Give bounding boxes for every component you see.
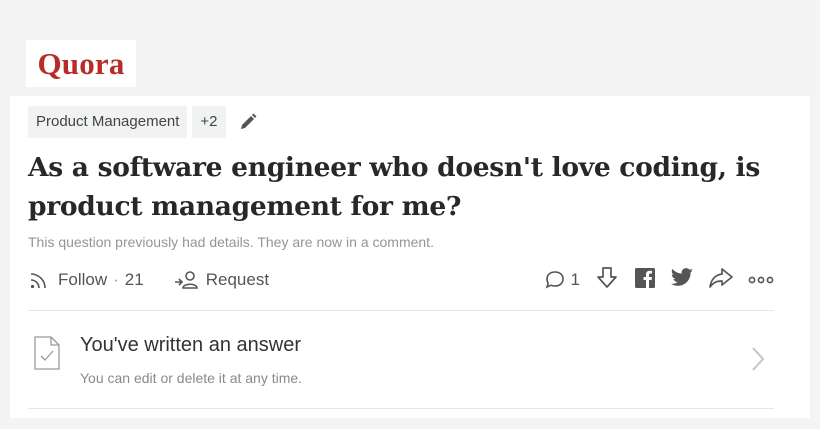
details-note: This question previously had details. Th… (28, 234, 434, 250)
share-icon[interactable] (708, 266, 734, 295)
quora-logo[interactable]: Quora (26, 40, 136, 87)
question-card: Product Management +2 As a software engi… (10, 96, 810, 418)
comment-icon (544, 269, 566, 291)
more-icon[interactable] (748, 270, 774, 290)
follow-rss-icon (28, 269, 50, 291)
right-actions: 1 (544, 265, 774, 296)
document-check-icon (34, 336, 60, 375)
twitter-icon[interactable] (670, 267, 694, 294)
request-person-icon (174, 269, 200, 291)
follow-count: 21 (124, 270, 144, 289)
topic-list: Product Management +2 (28, 106, 260, 138)
divider-bottom (28, 408, 774, 409)
topic-more-chip[interactable]: +2 (192, 106, 226, 138)
answer-notice[interactable]: You've written an answer You can edit or… (28, 321, 774, 401)
request-label: Request (205, 270, 270, 289)
request-button[interactable]: Request (174, 269, 269, 291)
action-bar: Follow · 21 Request 1 (28, 266, 774, 294)
divider-top (28, 310, 774, 311)
follow-button[interactable]: Follow · 21 (28, 269, 144, 291)
chevron-right-icon[interactable] (750, 345, 766, 378)
comment-button[interactable]: 1 (544, 269, 580, 291)
facebook-icon[interactable] (634, 267, 656, 294)
question-title[interactable]: As a software engineer who doesn't love … (28, 148, 768, 226)
follow-separator: · (113, 270, 119, 289)
downvote-icon[interactable] (594, 265, 620, 296)
comment-count: 1 (570, 270, 580, 289)
follow-label: Follow (58, 270, 108, 289)
topic-chip-product-management[interactable]: Product Management (28, 106, 188, 138)
answer-notice-title: You've written an answer (80, 334, 301, 356)
answer-notice-subtitle: You can edit or delete it at any time. (80, 370, 303, 386)
logo-text: Quora (37, 45, 125, 81)
edit-pencil-icon[interactable] (238, 111, 260, 133)
